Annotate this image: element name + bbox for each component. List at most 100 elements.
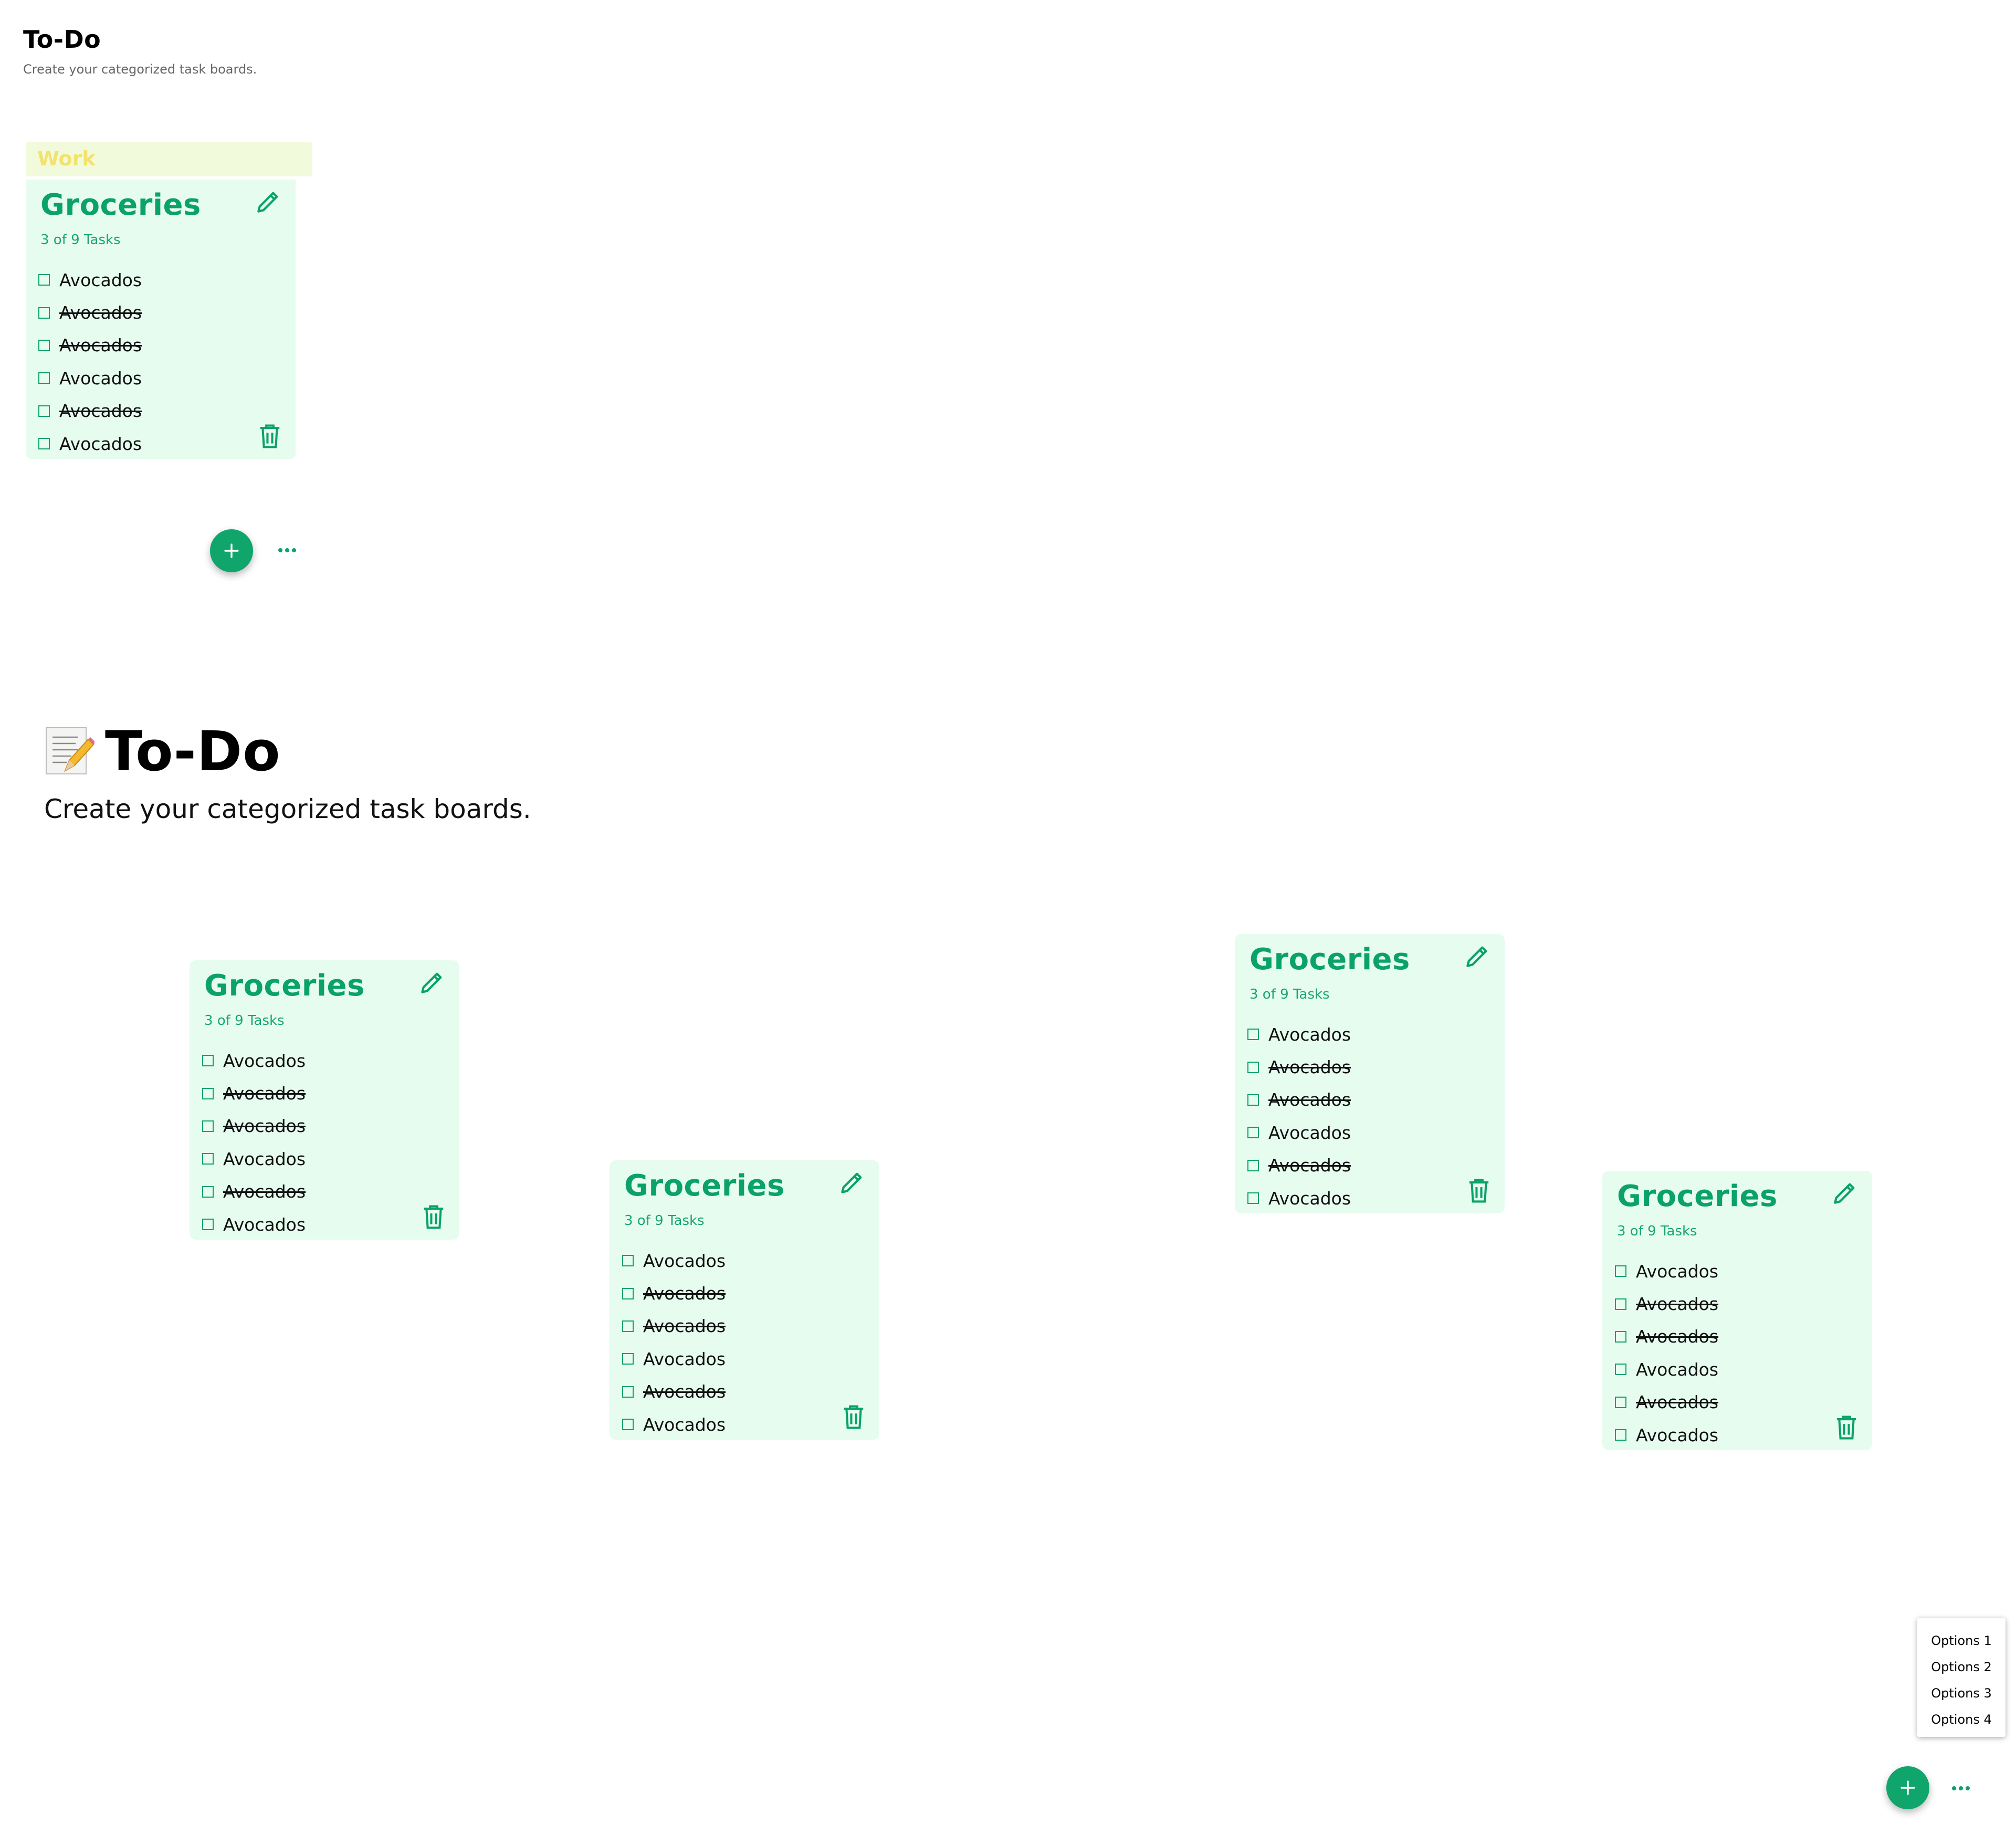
task-item: Avocados [38, 329, 142, 362]
page-subtitle-small: Create your categorized task boards. [23, 62, 257, 77]
task-checkbox[interactable] [1615, 1429, 1626, 1441]
more-options-button[interactable] [1952, 1786, 1970, 1790]
task-label: Avocados [643, 1316, 726, 1337]
add-board-button[interactable] [1886, 1766, 1929, 1809]
task-label: Avocados [1636, 1326, 1719, 1347]
task-checkbox[interactable] [38, 405, 50, 417]
task-checkbox[interactable] [622, 1320, 634, 1332]
board-task-count: 3 of 9 Tasks [1250, 987, 1330, 1002]
trash-icon[interactable] [842, 1404, 866, 1430]
task-label: Avocados [1268, 1155, 1351, 1176]
task-label: Avocados [59, 401, 142, 422]
task-label: Avocados [643, 1348, 726, 1369]
task-checkbox[interactable] [38, 339, 50, 351]
task-item: Avocados [202, 1077, 306, 1109]
options-menu-item[interactable]: Options 3 [1917, 1680, 2006, 1706]
pencil-icon[interactable] [254, 187, 283, 216]
board-task-count: 3 of 9 Tasks [204, 1013, 285, 1029]
task-checkbox[interactable] [1615, 1364, 1626, 1376]
task-label: Avocados [59, 335, 142, 356]
ellipsis-dot [1959, 1786, 1963, 1790]
board-title: Groceries [1250, 942, 1410, 977]
task-checkbox[interactable] [1615, 1396, 1626, 1408]
task-checkbox[interactable] [202, 1153, 214, 1165]
task-checkbox[interactable] [202, 1087, 214, 1099]
task-checkbox[interactable] [38, 307, 50, 319]
task-label: Avocados [1636, 1294, 1719, 1315]
task-item: Avocados [1247, 1051, 1351, 1083]
ellipsis-dot [292, 548, 296, 552]
task-label: Avocados [1636, 1392, 1719, 1413]
task-list: Avocados Avocados Avocados Avocados Avoc… [202, 1044, 306, 1241]
task-label: Avocados [1268, 1024, 1351, 1045]
task-checkbox[interactable] [38, 372, 50, 384]
task-item: Avocados [1247, 1116, 1351, 1149]
task-item: Avocados [1615, 1353, 1718, 1386]
board-title: Groceries [40, 188, 201, 222]
trash-icon[interactable] [1467, 1178, 1491, 1204]
task-item: Avocados [38, 264, 142, 296]
task-checkbox[interactable] [1615, 1298, 1626, 1310]
task-checkbox[interactable] [1247, 1061, 1259, 1073]
task-checkbox[interactable] [1615, 1330, 1626, 1343]
task-checkbox[interactable] [1247, 1159, 1259, 1171]
more-options-button[interactable] [278, 548, 296, 552]
trash-icon[interactable] [422, 1204, 446, 1230]
task-item: Avocados [622, 1408, 726, 1441]
task-item: Avocados [1247, 1182, 1351, 1214]
task-checkbox[interactable] [622, 1287, 634, 1299]
task-checkbox[interactable] [622, 1386, 634, 1398]
task-item: Avocados [622, 1376, 726, 1408]
board-title: Groceries [204, 969, 365, 1003]
task-label: Avocados [643, 1283, 726, 1304]
pencil-icon[interactable] [1830, 1178, 1860, 1208]
memo-pencil-icon [46, 727, 94, 774]
options-menu-item[interactable]: Options 1 [1917, 1628, 2006, 1654]
page-subtitle: Create your categorized task boards. [44, 794, 531, 824]
task-checkbox[interactable] [38, 438, 50, 450]
task-checkbox[interactable] [1247, 1192, 1259, 1204]
task-label: Avocados [223, 1181, 306, 1202]
task-label: Avocados [59, 368, 142, 389]
task-checkbox[interactable] [622, 1419, 634, 1431]
trash-icon[interactable] [1834, 1414, 1858, 1441]
task-item: Avocados [622, 1310, 726, 1343]
task-label: Avocados [1268, 1089, 1351, 1110]
task-checkbox[interactable] [1247, 1127, 1259, 1139]
task-checkbox[interactable] [202, 1120, 214, 1132]
task-label: Avocados [1636, 1359, 1719, 1380]
task-label: Avocados [643, 1250, 726, 1271]
task-item: Avocados [202, 1110, 306, 1142]
task-label: Avocados [223, 1214, 306, 1235]
task-label: Avocados [1636, 1261, 1719, 1282]
pencil-icon[interactable] [837, 1168, 867, 1197]
task-checkbox[interactable] [622, 1353, 634, 1365]
task-checkbox[interactable] [202, 1055, 214, 1067]
options-menu-item[interactable]: Options 4 [1917, 1706, 2006, 1733]
plus-icon [1900, 1780, 1915, 1795]
task-checkbox[interactable] [202, 1219, 214, 1231]
board-card: Groceries 3 of 9 Tasks Avocados Avocados… [26, 180, 296, 459]
task-checkbox[interactable] [622, 1255, 634, 1267]
task-item: Avocados [1615, 1255, 1718, 1287]
category-tab-work[interactable]: Work [26, 142, 312, 176]
task-item: Avocados [202, 1142, 306, 1175]
pencil-icon[interactable] [417, 968, 447, 997]
task-checkbox[interactable] [1615, 1265, 1626, 1277]
board-title: Groceries [624, 1169, 785, 1203]
plus-icon [224, 543, 239, 558]
ellipsis-dot [1952, 1786, 1956, 1790]
task-item: Avocados [622, 1277, 726, 1309]
trash-icon[interactable] [258, 423, 282, 449]
options-menu-item[interactable]: Options 2 [1917, 1654, 2006, 1680]
add-board-button[interactable] [210, 529, 253, 572]
pencil-icon[interactable] [1463, 941, 1492, 971]
page-title: To-Do [105, 719, 281, 783]
task-list: Avocados Avocados Avocados Avocados Avoc… [622, 1244, 726, 1441]
ellipsis-dot [285, 548, 289, 552]
task-checkbox[interactable] [38, 274, 50, 286]
task-checkbox[interactable] [202, 1186, 214, 1198]
task-checkbox[interactable] [1247, 1029, 1259, 1041]
task-checkbox[interactable] [1247, 1094, 1259, 1106]
task-item: Avocados [1615, 1320, 1718, 1353]
